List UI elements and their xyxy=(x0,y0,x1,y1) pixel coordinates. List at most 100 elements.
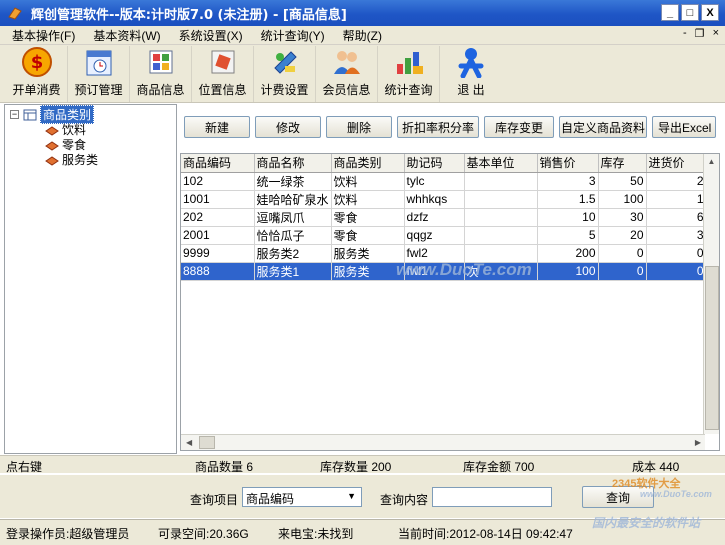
chevron-down-icon[interactable]: ▼ xyxy=(347,491,356,501)
table-cell[interactable]: 8888 xyxy=(181,262,255,281)
tree-item-services[interactable]: 服务类 xyxy=(45,152,98,167)
table-cell[interactable]: 10 xyxy=(537,208,599,227)
table-cell[interactable]: 1001 xyxy=(181,190,255,209)
table-cell[interactable]: 3 xyxy=(537,172,599,191)
table-cell[interactable]: 恰恰瓜子 xyxy=(254,226,332,245)
column-header-price[interactable]: 销售价 xyxy=(537,154,599,173)
tree-collapse-toggle[interactable]: − xyxy=(10,110,19,119)
table-cell[interactable]: 零食 xyxy=(331,226,405,245)
table-cell[interactable] xyxy=(464,172,538,191)
scroll-up-arrow-icon[interactable]: ▲ xyxy=(704,154,719,170)
edit-button[interactable]: 修改 xyxy=(255,116,321,138)
category-icon xyxy=(45,155,59,166)
menu-system-settings[interactable]: 系统设置(X) xyxy=(167,27,249,44)
table-cell[interactable] xyxy=(464,208,538,227)
minimize-button[interactable]: _ xyxy=(661,4,679,21)
toolbar-products-button[interactable]: 商品信息 xyxy=(130,46,192,102)
column-header-cost[interactable]: 进货价 xyxy=(646,154,707,173)
column-header-category[interactable]: 商品类别 xyxy=(331,154,405,173)
table-cell[interactable]: 102 xyxy=(181,172,255,191)
table-cell[interactable]: 100 xyxy=(537,262,599,281)
table-cell[interactable]: 0 xyxy=(598,262,647,281)
query-content-input[interactable] xyxy=(432,487,552,507)
scroll-right-arrow-icon[interactable]: ▶ xyxy=(695,435,701,450)
toolbar-label: 退 出 xyxy=(457,83,485,97)
table-cell[interactable]: 服务类2 xyxy=(254,244,332,263)
stock-change-button[interactable]: 库存变更 xyxy=(484,116,554,138)
table-cell[interactable]: 服务类1 xyxy=(254,262,332,281)
horizontal-scrollbar[interactable]: ◀ ▶ xyxy=(181,434,705,450)
table-cell[interactable]: 饮料 xyxy=(331,172,405,191)
close-button[interactable]: X xyxy=(701,4,719,21)
tree-root-row[interactable]: − 商品类别 xyxy=(10,105,95,124)
table-cell[interactable]: 0 xyxy=(646,244,707,263)
new-button[interactable]: 新建 xyxy=(184,116,250,138)
horizontal-scroll-thumb[interactable] xyxy=(199,436,215,449)
tree-item-snacks[interactable]: 零食 xyxy=(45,137,86,152)
toolbar-open-bill-button[interactable]: $ 开单消费 xyxy=(6,46,68,102)
column-header-stock[interactable]: 库存 xyxy=(598,154,647,173)
table-row[interactable]: 202 逗嘴凤爪 零食 dzfz 10 30 6 xyxy=(181,208,707,227)
custom-product-button[interactable]: 自定义商品资料 xyxy=(559,116,647,138)
mdi-restore-button[interactable]: ❐ xyxy=(695,27,705,40)
table-cell[interactable]: 0 xyxy=(646,262,707,281)
mdi-minimize-button[interactable]: - xyxy=(683,27,687,40)
title-bar[interactable]: 辉创管理软件--版本:计时版7.0 (未注册) - [商品信息] _ □ X xyxy=(0,0,725,26)
toolbar-location-button[interactable]: 位置信息 xyxy=(192,46,254,102)
export-excel-button[interactable]: 导出Excel xyxy=(652,116,716,138)
table-cell[interactable]: 2001 xyxy=(181,226,255,245)
table-cell[interactable]: 20 xyxy=(598,226,647,245)
table-cell[interactable]: 100 xyxy=(598,190,647,209)
table-cell[interactable]: 5 xyxy=(537,226,599,245)
table-cell[interactable]: whhkqs xyxy=(404,190,465,209)
table-cell[interactable]: 娃哈哈矿泉水 xyxy=(254,190,332,209)
table-cell[interactable] xyxy=(464,190,538,209)
table-cell[interactable]: 202 xyxy=(181,208,255,227)
toolbar-exit-button[interactable]: 退 出 xyxy=(440,46,502,102)
table-cell[interactable]: 6 xyxy=(646,208,707,227)
menu-basic-operations[interactable]: 基本操作(F) xyxy=(0,27,81,44)
scroll-thumb[interactable] xyxy=(705,266,719,430)
table-cell[interactable]: 3 xyxy=(646,226,707,245)
table-cell[interactable]: 30 xyxy=(598,208,647,227)
delete-button[interactable]: 删除 xyxy=(326,116,392,138)
tree-item-drinks[interactable]: 饮料 xyxy=(45,122,86,137)
table-row[interactable]: 1001 娃哈哈矿泉水 饮料 whhkqs 1.5 100 1 xyxy=(181,190,707,209)
maximize-button[interactable]: □ xyxy=(681,4,699,21)
table-cell[interactable]: 0 xyxy=(598,244,647,263)
toolbar-members-button[interactable]: 会员信息 xyxy=(316,46,378,102)
menu-basic-data[interactable]: 基本资料(W) xyxy=(81,27,166,44)
menu-help[interactable]: 帮助(Z) xyxy=(331,27,388,44)
table-cell[interactable]: 50 xyxy=(598,172,647,191)
table-cell[interactable]: 统一绿茶 xyxy=(254,172,332,191)
table-cell[interactable]: 服务类 xyxy=(331,244,405,263)
table-cell[interactable]: dzfz xyxy=(404,208,465,227)
table-cell[interactable]: 逗嘴凤爪 xyxy=(254,208,332,227)
table-cell[interactable] xyxy=(464,226,538,245)
table-row[interactable]: 2001 恰恰瓜子 零食 qqgz 5 20 3 xyxy=(181,226,707,245)
table-cell[interactable]: 零食 xyxy=(331,208,405,227)
vertical-scrollbar[interactable]: ▲ xyxy=(703,154,719,434)
table-cell[interactable]: qqgz xyxy=(404,226,465,245)
table-cell[interactable]: 服务类 xyxy=(331,262,405,281)
table-cell[interactable]: tylc xyxy=(404,172,465,191)
discount-rate-button[interactable]: 折扣率积分率 xyxy=(397,116,479,138)
column-header-name[interactable]: 商品名称 xyxy=(254,154,332,173)
scroll-left-arrow-icon[interactable]: ◀ xyxy=(186,435,192,450)
table-cell[interactable]: 1.5 xyxy=(537,190,599,209)
menu-statistics[interactable]: 统计查询(Y) xyxy=(249,27,331,44)
toolbar-reservation-button[interactable]: 预订管理 xyxy=(68,46,130,102)
toolbar-statistics-button[interactable]: 统计查询 xyxy=(378,46,440,102)
column-header-code[interactable]: 商品编码 xyxy=(181,154,255,173)
table-cell[interactable]: 9999 xyxy=(181,244,255,263)
column-header-unit[interactable]: 基本单位 xyxy=(464,154,538,173)
table-cell[interactable]: 2 xyxy=(646,172,707,191)
table-row[interactable]: 102 统一绿茶 饮料 tylc 3 50 2 xyxy=(181,172,707,191)
column-header-mnemonic[interactable]: 助记码 xyxy=(404,154,465,173)
table-cell[interactable]: 1 xyxy=(646,190,707,209)
mdi-close-button[interactable]: × xyxy=(713,27,719,40)
table-cell[interactable]: 200 xyxy=(537,244,599,263)
table-cell[interactable]: 饮料 xyxy=(331,190,405,209)
toolbar-billing-button[interactable]: 计费设置 xyxy=(254,46,316,102)
query-item-select[interactable]: 商品编码 ▼ xyxy=(242,487,362,507)
